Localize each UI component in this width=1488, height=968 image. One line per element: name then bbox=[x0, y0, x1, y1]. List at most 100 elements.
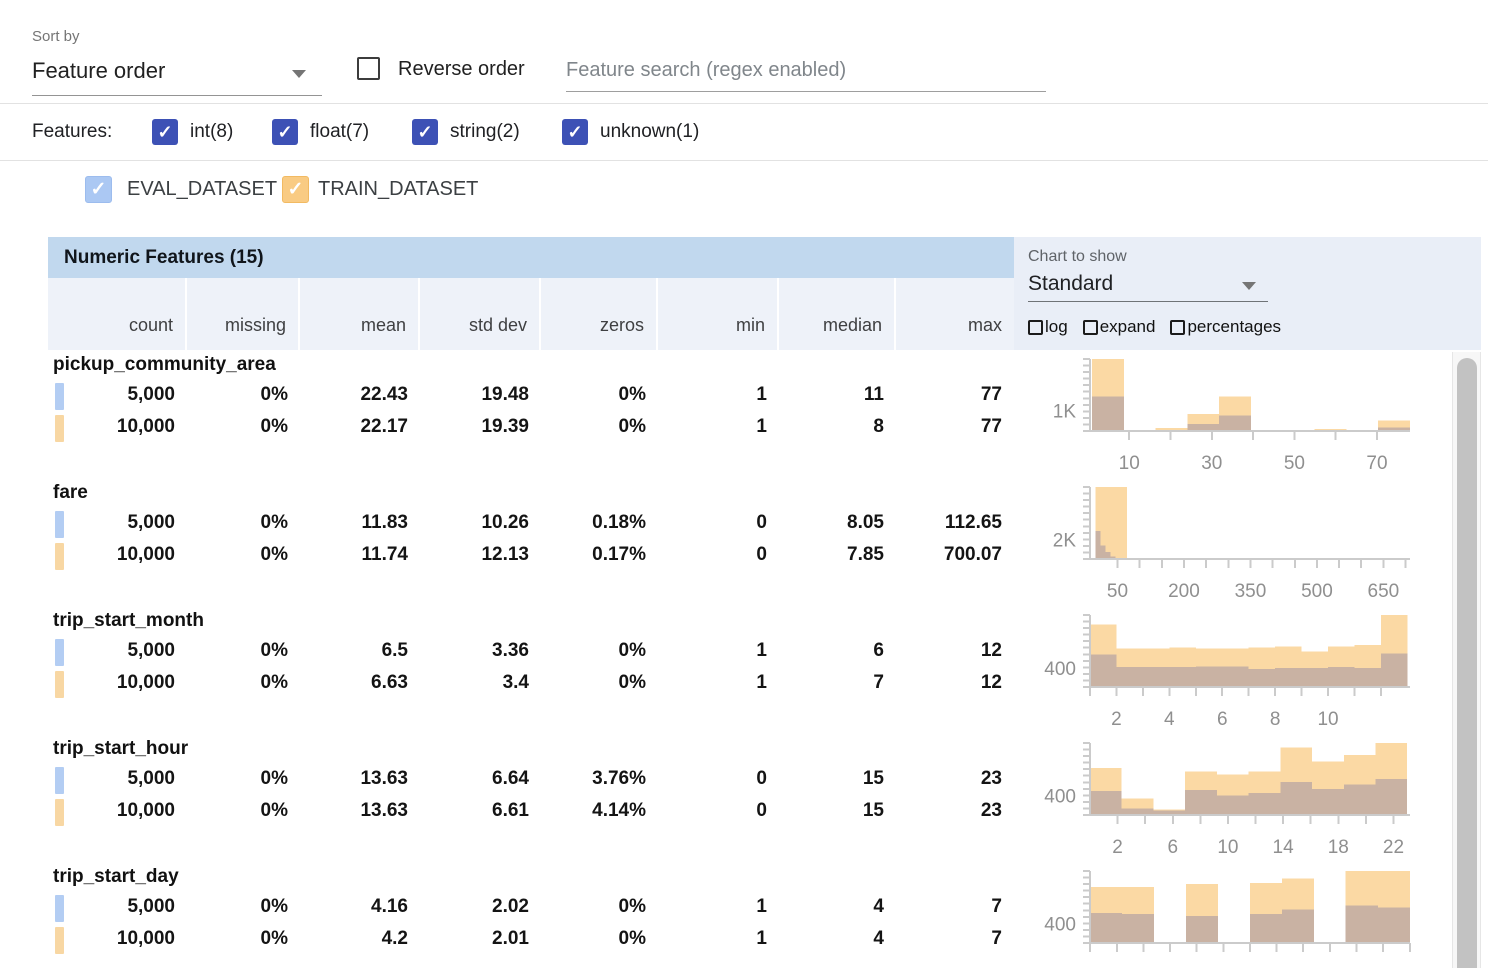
stat-zeros: 0.17% bbox=[541, 540, 658, 572]
histogram-trip_start_hour: 4002610141822 bbox=[1028, 736, 1420, 864]
eval-color-swatch bbox=[55, 767, 64, 794]
eval-color-swatch bbox=[55, 639, 64, 666]
reverse-order-checkbox[interactable] bbox=[357, 57, 380, 80]
y-axis-label: 2K bbox=[1053, 530, 1077, 551]
feature-search-input[interactable] bbox=[566, 50, 1046, 92]
stat-std-dev: 2.01 bbox=[420, 924, 541, 956]
stat-max: 23 bbox=[896, 796, 1014, 828]
train-color-swatch bbox=[55, 927, 64, 954]
percentages-checkbox[interactable] bbox=[1170, 320, 1185, 335]
stat-mean: 11.83 bbox=[300, 508, 420, 540]
stat-mean: 4.16 bbox=[300, 892, 420, 924]
x-axis-tick-label: 10 bbox=[1119, 453, 1140, 474]
sort-by-label: Sort by bbox=[32, 28, 80, 45]
stat-min: 1 bbox=[658, 636, 779, 668]
stat-std-dev: 3.36 bbox=[420, 636, 541, 668]
stat-max: 77 bbox=[896, 412, 1014, 444]
x-axis-tick-label: 350 bbox=[1235, 581, 1267, 602]
reverse-order-label: Reverse order bbox=[398, 58, 525, 81]
x-axis-tick-label: 22 bbox=[1383, 837, 1404, 858]
stat-row-eval: 5,0000%6.53.360%1612 bbox=[48, 636, 1014, 668]
eval-dataset-label: EVAL_DATASET bbox=[127, 178, 277, 201]
feature-name: fare bbox=[53, 482, 88, 504]
stat-zeros: 0% bbox=[541, 924, 658, 956]
percentages-label: percentages bbox=[1187, 317, 1281, 337]
stat-std-dev: 2.02 bbox=[420, 892, 541, 924]
column-header-count: count bbox=[48, 278, 187, 350]
chart-option-checkboxes: log expand percentages bbox=[1028, 317, 1296, 337]
chevron-down-icon bbox=[292, 70, 306, 78]
log-checkbox[interactable] bbox=[1028, 320, 1043, 335]
log-option[interactable]: log bbox=[1028, 317, 1068, 337]
stat-median: 4 bbox=[779, 892, 896, 924]
chart-type-dropdown[interactable]: Standard bbox=[1028, 270, 1268, 302]
stat-zeros: 0% bbox=[541, 668, 658, 700]
sort-by-value: Feature order bbox=[32, 58, 165, 84]
stat-median: 15 bbox=[779, 764, 896, 796]
stat-std-dev: 10.26 bbox=[420, 508, 541, 540]
train-dataset-label: TRAIN_DATASET bbox=[318, 178, 478, 201]
x-axis-tick-label: 500 bbox=[1301, 581, 1333, 602]
chevron-down-icon bbox=[1242, 282, 1256, 290]
stat-min: 1 bbox=[658, 892, 779, 924]
histogram-trip_start_day: 400 bbox=[1028, 864, 1420, 968]
percentages-option[interactable]: percentages bbox=[1170, 317, 1281, 337]
stat-mean: 11.74 bbox=[300, 540, 420, 572]
sort-by-dropdown[interactable]: Feature order bbox=[32, 52, 322, 96]
x-axis-tick-label: 2 bbox=[1112, 837, 1123, 858]
stat-median: 7 bbox=[779, 668, 896, 700]
y-axis-label: 400 bbox=[1044, 659, 1076, 680]
stat-zeros: 0% bbox=[541, 412, 658, 444]
filter-float-label: float(7) bbox=[310, 121, 369, 143]
x-axis-tick-label: 8 bbox=[1270, 709, 1281, 730]
stat-min: 0 bbox=[658, 508, 779, 540]
stat-std-dev: 3.4 bbox=[420, 668, 541, 700]
x-axis-tick-label: 6 bbox=[1217, 709, 1228, 730]
stat-std-dev: 19.48 bbox=[420, 380, 541, 412]
eval-color-swatch bbox=[55, 511, 64, 538]
stat-min: 1 bbox=[658, 412, 779, 444]
stat-row-train: 10,0000%13.636.614.14%01523 bbox=[48, 796, 1014, 828]
column-header-max: max bbox=[896, 278, 1014, 350]
x-axis-tick-label: 6 bbox=[1167, 837, 1178, 858]
stat-missing: 0% bbox=[187, 796, 300, 828]
stat-missing: 0% bbox=[187, 380, 300, 412]
stat-count: 5,000 bbox=[48, 764, 187, 796]
divider bbox=[0, 160, 1488, 161]
expand-checkbox[interactable] bbox=[1083, 320, 1098, 335]
stat-missing: 0% bbox=[187, 508, 300, 540]
train-dataset-checkbox[interactable] bbox=[282, 176, 309, 203]
eval-dataset-checkbox[interactable] bbox=[85, 176, 112, 203]
feature-stats-table: pickup_community_area5,0000%22.4319.480%… bbox=[48, 352, 1014, 968]
stat-missing: 0% bbox=[187, 540, 300, 572]
column-header-min: min bbox=[658, 278, 779, 350]
stat-max: 700.07 bbox=[896, 540, 1014, 572]
stat-max: 12 bbox=[896, 636, 1014, 668]
stat-max: 7 bbox=[896, 892, 1014, 924]
histogram-pickup_community_area: 1K10305070 bbox=[1028, 352, 1420, 480]
facets-overview-screen: Sort by Feature order Reverse order Feat… bbox=[0, 0, 1488, 968]
stat-max: 7 bbox=[896, 924, 1014, 956]
filter-unknown-checkbox[interactable] bbox=[562, 119, 588, 145]
column-header-missing: missing bbox=[187, 278, 300, 350]
stats-column-header-row: count missing mean std dev zeros min med… bbox=[48, 278, 1014, 350]
stat-missing: 0% bbox=[187, 668, 300, 700]
stat-max: 112.65 bbox=[896, 508, 1014, 540]
filter-string-checkbox[interactable] bbox=[412, 119, 438, 145]
stat-count: 10,000 bbox=[48, 924, 187, 956]
stat-count: 10,000 bbox=[48, 540, 187, 572]
column-header-stddev: std dev bbox=[420, 278, 541, 350]
expand-option[interactable]: expand bbox=[1083, 317, 1156, 337]
stat-row-train: 10,0000%6.633.40%1712 bbox=[48, 668, 1014, 700]
scrollbar-track[interactable] bbox=[1452, 352, 1481, 968]
stat-zeros: 0% bbox=[541, 380, 658, 412]
stat-min: 0 bbox=[658, 764, 779, 796]
scrollbar-thumb[interactable] bbox=[1457, 358, 1477, 968]
histogram-fare: 2K50200350500650 bbox=[1028, 480, 1420, 608]
divider bbox=[0, 103, 1488, 104]
filter-float-checkbox[interactable] bbox=[272, 119, 298, 145]
column-header-zeros: zeros bbox=[541, 278, 658, 350]
stat-missing: 0% bbox=[187, 892, 300, 924]
stat-median: 8 bbox=[779, 412, 896, 444]
filter-int-checkbox[interactable] bbox=[152, 119, 178, 145]
